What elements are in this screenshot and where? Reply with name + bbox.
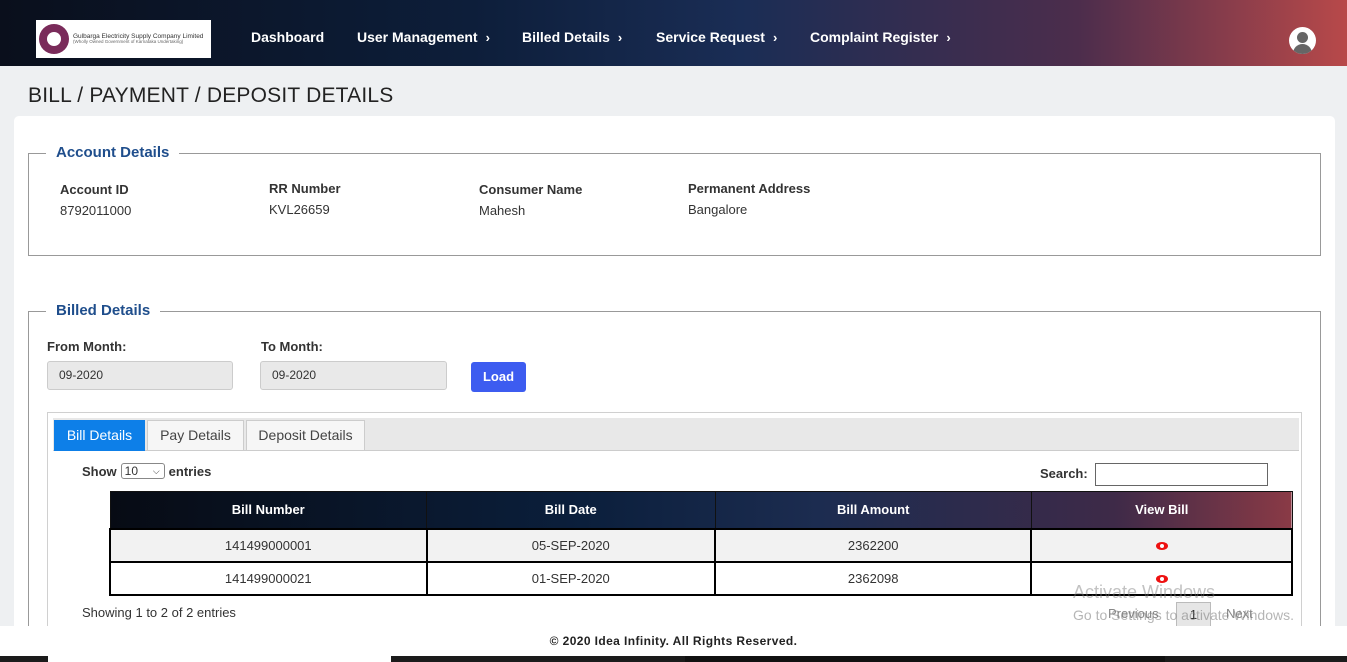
bill-date-cell: 05-SEP-2020 [425, 527, 717, 563]
chevron-right-icon: › [772, 30, 778, 45]
nav-service-request[interactable]: Service Request › [656, 29, 777, 45]
from-month-input[interactable]: 09-2020 [47, 361, 233, 390]
nav-complaint-register[interactable]: Complaint Register › [810, 29, 951, 45]
tab-pay-details[interactable]: Pay Details [147, 420, 244, 451]
consumer-name-value: Mahesh [479, 203, 526, 218]
rr-number-label: RR Number [269, 181, 341, 196]
column-header-bill-number[interactable]: Bill Number [109, 491, 428, 529]
account-id-label: Account ID [60, 182, 129, 197]
chevron-right-icon: › [946, 30, 951, 45]
user-avatar-icon[interactable] [1289, 27, 1316, 54]
bill-number-cell: 141499000021 [109, 560, 428, 596]
chevron-right-icon: › [485, 30, 490, 45]
logo-emblem-icon [39, 24, 69, 54]
from-month-label: From Month: [47, 339, 127, 354]
show-entries-control: Show 10 ⌵ entries [82, 463, 211, 479]
nav-dashboard[interactable]: Dashboard [251, 29, 324, 45]
account-details-legend: Account Details [46, 144, 180, 161]
consumer-name-label: Consumer Name [479, 182, 583, 197]
bottom-strip [0, 656, 1347, 662]
search-label: Search: [1040, 466, 1088, 481]
column-header-bill-date[interactable]: Bill Date [426, 491, 716, 529]
column-header-bill-amount[interactable]: Bill Amount [714, 491, 1032, 529]
to-month-label: To Month: [261, 339, 323, 354]
bill-number-cell: 141499000001 [109, 527, 428, 563]
windows-activation-watermark-title: Activate Windows [1073, 582, 1216, 602]
page-title: BILL / PAYMENT / DEPOSIT DETAILS [28, 84, 394, 107]
chevron-down-icon: ⌵ [152, 466, 160, 476]
tab-bill-details[interactable]: Bill Details [54, 420, 145, 451]
chevron-right-icon: › [617, 30, 623, 45]
top-navbar: Gulbarga Electricity Supply Company Limi… [0, 0, 1347, 66]
account-id-value: 8792011000 [60, 203, 132, 218]
rr-number-value: KVL26659 [269, 202, 330, 217]
bill-amount-cell: 2362200 [713, 527, 1033, 563]
load-button[interactable]: Load [471, 362, 526, 392]
table-info: Showing 1 to 2 of 2 entries [82, 605, 236, 620]
logo-company-subtitle: (Wholly Owned Government of Karnataka Un… [73, 39, 184, 44]
show-label: Show [82, 463, 117, 479]
table-header-row: Bill Number Bill Date Bill Amount View B… [109, 491, 1293, 529]
permanent-address-label: Permanent Address [688, 181, 811, 196]
permanent-address-value: Bangalore [688, 202, 748, 217]
eye-icon[interactable] [1155, 541, 1168, 550]
billed-details-legend: Billed Details [46, 302, 161, 319]
entries-label: entries [168, 463, 212, 479]
tab-deposit-details[interactable]: Deposit Details [246, 420, 365, 451]
bills-table: Bill Number Bill Date Bill Amount View B… [109, 491, 1293, 596]
table-row: 141499000001 05-SEP-2020 2362200 [109, 527, 1293, 563]
nav-user-management[interactable]: User Management › [357, 29, 490, 45]
bill-date-cell: 01-SEP-2020 [425, 560, 717, 596]
bill-amount-cell: 2362098 [713, 560, 1033, 596]
account-details-panel [28, 153, 1321, 256]
company-logo[interactable]: Gulbarga Electricity Supply Company Limi… [36, 20, 211, 58]
search-input[interactable] [1095, 463, 1268, 486]
nav-billed-details[interactable]: Billed Details › [522, 29, 622, 45]
entries-per-page-select[interactable]: 10 ⌵ [120, 463, 165, 479]
column-header-view-bill[interactable]: View Bill [1030, 491, 1293, 529]
windows-activation-watermark-text: Go to Settings to activate Windows. [1073, 607, 1294, 623]
footer-copyright: © 2020 Idea Infinity. All Rights Reserve… [0, 626, 1347, 656]
view-bill-cell [1030, 527, 1293, 563]
to-month-input[interactable]: 09-2020 [260, 361, 447, 390]
